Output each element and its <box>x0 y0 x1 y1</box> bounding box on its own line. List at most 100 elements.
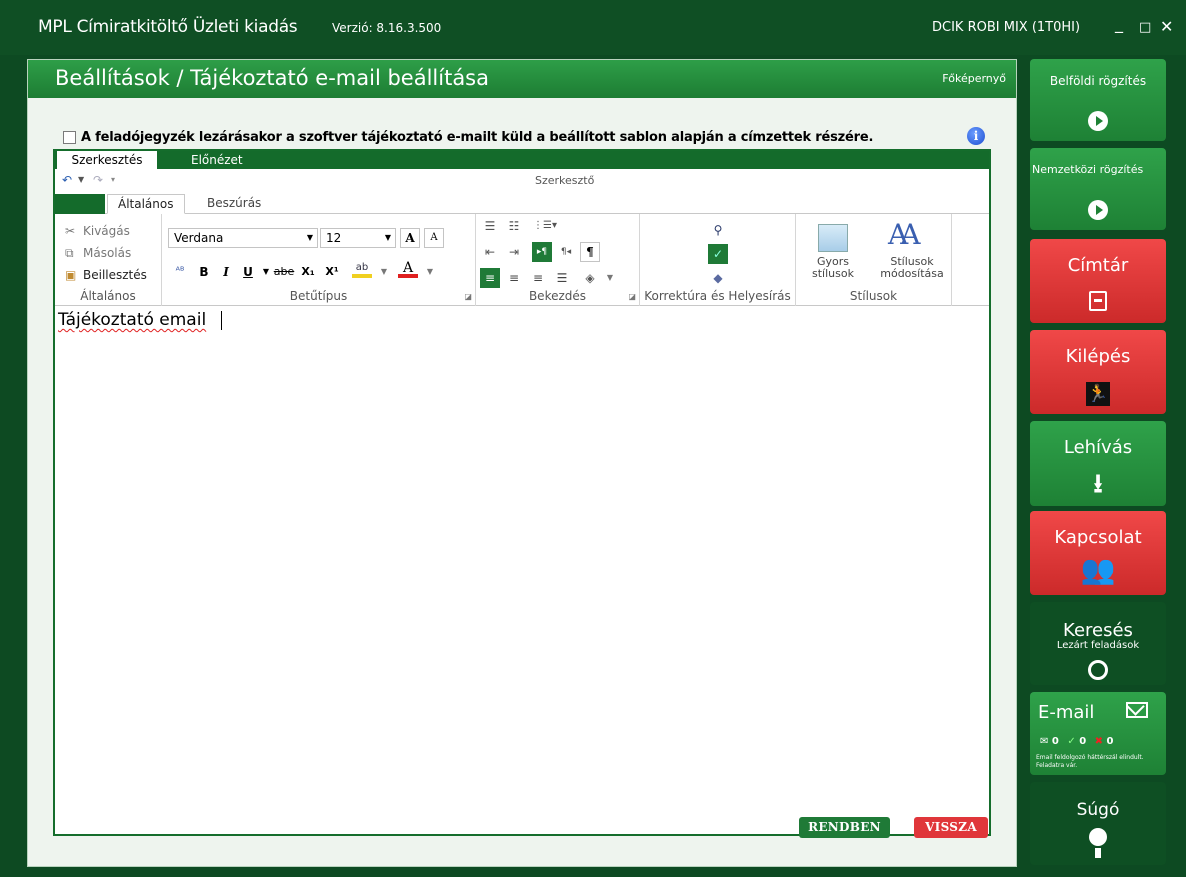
italic-button[interactable]: I <box>216 262 236 282</box>
panel-header: Beállítások / Tájékoztató e-mail beállít… <box>28 60 1016 98</box>
paste-button[interactable]: ▣ Beillesztés <box>65 268 147 282</box>
tab-preview[interactable]: Előnézet <box>183 151 251 169</box>
group-label-paragraph: Bekezdés <box>528 289 587 303</box>
play-icon <box>1088 111 1108 131</box>
font-size-select[interactable]: 12 ▼ <box>320 228 396 248</box>
back-button[interactable]: VISSZA <box>914 817 988 838</box>
window-title-bar: MPL Címiratkitöltő Üzleti kiadás Verzió:… <box>0 0 1186 55</box>
editor-text[interactable]: Tájékoztató email <box>58 310 206 330</box>
rtl-icon[interactable]: ¶◂ <box>556 242 576 262</box>
exit-icon: 🏃 <box>1086 382 1110 406</box>
sidebar-item-international[interactable]: Nemzetközi rögzítés <box>1030 148 1166 230</box>
multilevel-list-icon[interactable]: ⋮☰▾ <box>530 216 560 236</box>
sidebar-item-label: Kilépés <box>1065 346 1131 367</box>
maximize-icon[interactable]: □ <box>1139 18 1151 38</box>
undo-icon[interactable]: ↶ <box>62 173 72 187</box>
font-dialog-launcher-icon[interactable]: ◪ <box>464 292 472 301</box>
grow-font-button[interactable]: A <box>400 228 420 248</box>
ribbon-tab-insert[interactable]: Beszúrás <box>197 194 271 214</box>
quick-access-toolbar: ↶ ▼ ↷ ▾ Szerkesztő <box>55 169 989 191</box>
close-icon[interactable]: ✕ <box>1160 17 1173 37</box>
info-icon[interactable]: i <box>967 127 985 145</box>
find-icon[interactable]: ⚲ <box>708 220 728 240</box>
page-title: Beállítások / Tájékoztató e-mail beállít… <box>55 66 489 90</box>
notify-checkbox-label[interactable]: A feladójegyzék lezárásakor a szoftver t… <box>81 130 873 145</box>
sidebar-item-email[interactable]: E-mail ✉ 0 ✓ 0 ✖ 0 Email feldolgozó hátt… <box>1030 692 1166 775</box>
clear-format-icon[interactable]: ᴬᴮ <box>170 262 190 282</box>
check-icon: ✓ <box>1067 736 1076 747</box>
numbering-icon[interactable]: ☷ <box>504 216 524 236</box>
sidebar-item-label: E-mail <box>1038 702 1095 723</box>
sidebar-item-domestic[interactable]: Belföldi rögzítés <box>1030 59 1166 141</box>
increase-indent-icon[interactable]: ⇥ <box>504 242 524 262</box>
email-template-editor: Szerkesztés Előnézet ↶ ▼ ↷ ▾ Szerkesztő … <box>53 149 991 836</box>
user-label: DCIK ROBI MIX (1T0HI) <box>932 20 1081 35</box>
address-book-icon <box>1089 291 1107 311</box>
file-menu-button[interactable] <box>55 194 105 214</box>
envelope-icon <box>1126 697 1148 718</box>
customize-toolbar-icon[interactable]: ▾ <box>111 175 115 184</box>
sidebar-item-retrieve[interactable]: Lehívás ⭳ <box>1030 421 1166 506</box>
superscript-button[interactable]: X¹ <box>322 262 342 282</box>
ribbon-group-proofing: ⚲ ✓ ◆ Korrektúra és Helyesírás <box>640 214 796 306</box>
bold-button[interactable]: B <box>194 262 214 282</box>
highlight-dropdown-icon[interactable]: ▼ <box>374 262 394 282</box>
app-version: Verzió: 8.16.3.500 <box>332 21 442 35</box>
align-center-icon[interactable]: ≡ <box>504 268 524 288</box>
ribbon-tab-bar: Általános Beszúrás <box>55 191 989 214</box>
cut-button[interactable]: ✂ Kivágás <box>65 224 130 238</box>
copy-button[interactable]: ⧉ Másolás <box>65 246 131 261</box>
modify-styles-button[interactable]: Stílusok módosítása <box>872 256 952 280</box>
font-color-button[interactable]: A <box>398 260 418 278</box>
shrink-font-button[interactable]: A <box>424 228 444 248</box>
sidebar-item-help[interactable]: Súgó <box>1030 782 1166 865</box>
sidebar-item-address-book[interactable]: Címtár <box>1030 239 1166 323</box>
eraser-icon[interactable]: ◆ <box>708 268 728 288</box>
ribbon-tab-general[interactable]: Általános <box>107 194 185 214</box>
users-icon: 👥 <box>1080 553 1116 586</box>
scissors-icon: ✂ <box>65 224 76 238</box>
spellcheck-icon[interactable]: ✓ <box>708 244 728 264</box>
sidebar-item-search[interactable]: Keresés Lezárt feladások <box>1030 602 1166 685</box>
notify-option: A feladójegyzék lezárásakor a szoftver t… <box>63 128 873 146</box>
tab-edit[interactable]: Szerkesztés <box>57 151 157 169</box>
ltr-icon[interactable]: ▸¶ <box>532 242 552 262</box>
sidebar-item-label: Címtár <box>1067 255 1129 276</box>
sidebar-item-contact[interactable]: Kapcsolat 👥 <box>1030 511 1166 595</box>
home-link[interactable]: Főképernyő <box>942 72 1006 85</box>
notify-checkbox[interactable] <box>63 130 76 144</box>
ok-button[interactable]: RENDBEN <box>799 817 890 838</box>
mail-icon: ✉ <box>1040 736 1049 747</box>
ribbon: ✂ Kivágás ⧉ Másolás ▣ Beillesztés Általános… <box>55 214 989 306</box>
strikethrough-button[interactable]: abe <box>272 262 296 282</box>
settings-panel: Beállítások / Tájékoztató e-mail beállít… <box>27 59 1017 867</box>
font-color-dropdown-icon[interactable]: ▼ <box>420 262 440 282</box>
sidebar-item-label: Súgó <box>1076 800 1120 820</box>
ribbon-group-paragraph: ☰ ☷ ⋮☰▾ ⇤ ⇥ ▸¶ ¶◂ ¶ ≡ ≡ ≡ ☰ ◈ ▼ Bekezdés… <box>476 214 640 306</box>
text-caret <box>221 311 222 330</box>
minimize-icon[interactable]: _ <box>1115 14 1123 34</box>
ribbon-group-styles: Gyors stílusok AA Stílusok módosítása St… <box>796 214 952 306</box>
shading-dropdown-icon[interactable]: ▼ <box>600 268 620 288</box>
quick-styles-icon[interactable] <box>818 224 848 252</box>
align-right-icon[interactable]: ≡ <box>528 268 548 288</box>
highlight-button[interactable]: ab <box>352 260 372 278</box>
sidebar-item-exit[interactable]: Kilépés 🏃 <box>1030 330 1166 414</box>
subscript-button[interactable]: X₁ <box>298 262 318 282</box>
bullets-icon[interactable]: ☰ <box>480 216 500 236</box>
decrease-indent-icon[interactable]: ⇤ <box>480 242 500 262</box>
editor-content-area[interactable]: Tájékoztató email <box>55 306 989 834</box>
error-icon: ✖ <box>1094 736 1104 747</box>
redo-icon[interactable]: ↷ <box>93 173 103 187</box>
quick-styles-button[interactable]: Gyors stílusok <box>804 256 862 280</box>
font-name-select[interactable]: Verdana ▼ <box>168 228 318 248</box>
paragraph-dialog-launcher-icon[interactable]: ◪ <box>628 292 636 301</box>
show-marks-button[interactable]: ¶ <box>580 242 600 262</box>
justify-icon[interactable]: ☰ <box>552 268 572 288</box>
align-left-icon[interactable]: ≡ <box>480 268 500 288</box>
shading-icon[interactable]: ◈ <box>580 268 600 288</box>
underline-button[interactable]: U <box>238 262 258 282</box>
undo-dropdown-icon[interactable]: ▼ <box>78 175 84 184</box>
modify-styles-icon[interactable]: AA <box>888 218 921 251</box>
play-icon <box>1088 200 1108 220</box>
